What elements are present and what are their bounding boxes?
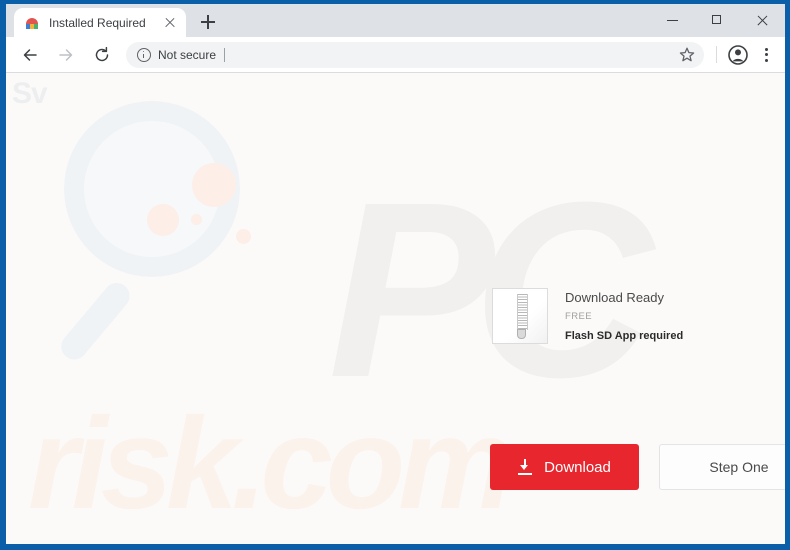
download-button-label: Download [544, 458, 611, 476]
window-controls [650, 4, 785, 37]
toolbar-right-group [706, 42, 779, 68]
page-content: Sv PC risk.com Download Ready FREE Flash… [6, 73, 785, 544]
download-price-label: FREE [565, 310, 592, 322]
app-favicon-icon [24, 14, 40, 31]
download-requirement-label: Flash SD App required [565, 329, 684, 342]
decorative-blob [236, 229, 251, 244]
address-bar[interactable]: Not secure [126, 41, 704, 68]
reload-icon [95, 46, 109, 61]
profile-avatar-icon[interactable] [725, 42, 751, 68]
browser-window: Installed Required Not secure Sv PC risk… [0, 0, 790, 550]
tab-title: Installed Required [49, 15, 146, 30]
download-info-card: Download Ready FREE Flash SD App require… [492, 288, 683, 344]
new-tab-button[interactable] [194, 8, 222, 36]
domain-watermark-text: risk.com [28, 390, 514, 536]
download-arrow-icon [518, 459, 533, 475]
step-one-button-label: Step One [709, 459, 769, 475]
info-circle-icon[interactable] [137, 47, 151, 62]
back-button[interactable] [16, 41, 44, 69]
download-title: Download Ready [565, 290, 665, 305]
magnifier-watermark-lens [55, 101, 251, 365]
security-status-label: Not secure [158, 47, 217, 62]
download-info-text: Download Ready FREE Flash SD App require… [565, 288, 683, 342]
reload-button[interactable] [88, 41, 116, 69]
back-arrow-icon [23, 48, 37, 61]
close-icon[interactable] [162, 15, 178, 31]
forward-arrow-icon [59, 48, 73, 61]
site-logo-watermark: Sv [12, 77, 48, 110]
toolbar-divider [716, 46, 717, 63]
bookmark-star-icon[interactable] [676, 44, 698, 66]
tab-strip: Installed Required [6, 4, 785, 37]
step-one-button[interactable]: Step One [659, 444, 785, 490]
action-button-row: Download Step One [490, 444, 785, 490]
zip-file-icon [492, 288, 548, 344]
maximize-icon[interactable] [695, 4, 740, 37]
window-close-icon[interactable] [740, 4, 785, 37]
forward-button[interactable] [52, 41, 80, 69]
browser-window-inner: Installed Required Not secure Sv PC risk… [6, 4, 785, 544]
browser-tab[interactable]: Installed Required [14, 8, 186, 37]
decorative-blob [147, 204, 179, 236]
magnifier-watermark-handle [55, 277, 135, 365]
url-text-caret [224, 47, 226, 62]
browser-toolbar: Not secure [6, 37, 785, 73]
download-button[interactable]: Download [490, 444, 639, 490]
decorative-blob [191, 214, 202, 225]
minimize-icon[interactable] [650, 4, 695, 37]
decorative-blob [192, 163, 236, 207]
chrome-menu-icon[interactable] [753, 42, 779, 68]
